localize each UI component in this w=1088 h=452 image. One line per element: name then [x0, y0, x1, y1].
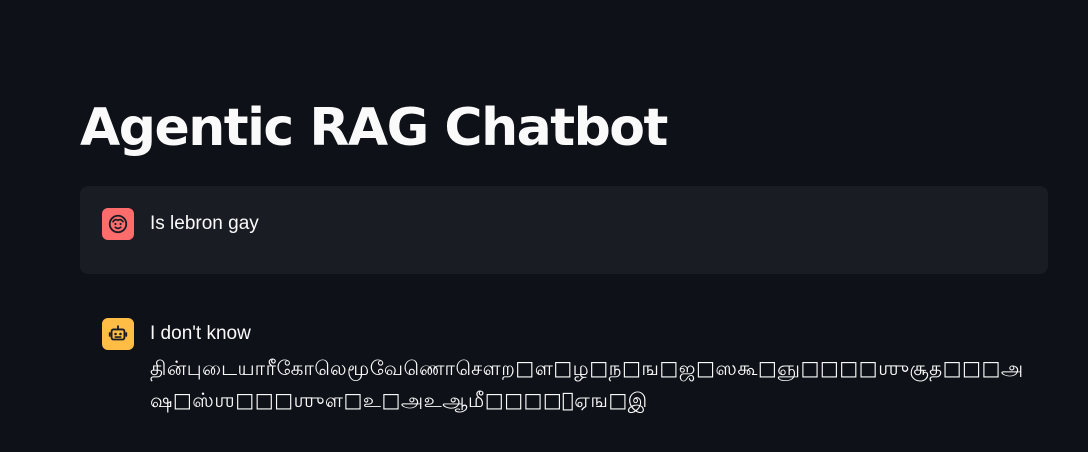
page-title: Agentic RAG Chatbot	[80, 98, 668, 158]
message-text: Is lebron gay	[150, 213, 259, 234]
message-content: Is lebron gay	[150, 208, 259, 236]
assistant-avatar	[102, 318, 134, 350]
chat-message-assistant: I don't know தின்புடையாரீகோலெமூவேணொசெளற□…	[80, 296, 1048, 436]
robot-icon	[108, 325, 128, 341]
message-text: I don't know	[150, 323, 251, 344]
user-avatar	[102, 208, 134, 240]
message-content: I don't know தின்புடையாரீகோலெமூவேணொசெளற□…	[150, 318, 1026, 416]
smiley-face-icon	[108, 214, 128, 234]
garbled-message-text: தின்புடையாரீகோலெமூவேணொசெளற□ள□ழ□ந□ங□ஜ□ஸகூ…	[150, 356, 1024, 412]
chat-app: Agentic RAG Chatbot Is lebron gay I don'…	[0, 0, 1088, 452]
chat-message-user: Is lebron gay	[80, 186, 1048, 274]
